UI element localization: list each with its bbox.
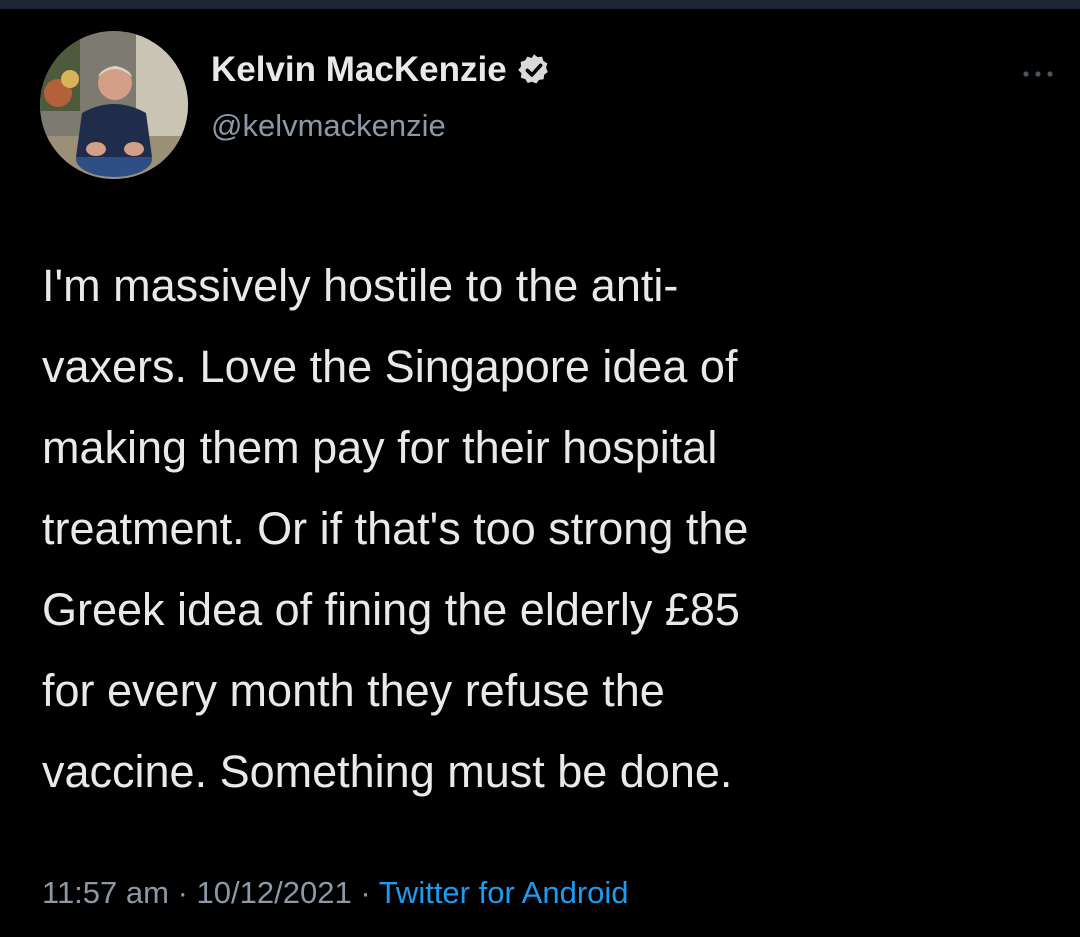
tweet-text-line: for every month they refuse the	[42, 665, 665, 716]
more-options-button[interactable]	[1016, 59, 1060, 89]
avatar[interactable]	[40, 31, 188, 179]
meta-separator: ·	[177, 875, 188, 910]
tweet-metadata: 11:57 am · 10/12/2021 · Twitter for Andr…	[42, 875, 629, 911]
verified-badge-icon	[516, 52, 552, 88]
tweet-text-line: making them pay for their hospital	[42, 422, 718, 473]
display-name[interactable]: Kelvin MacKenzie	[211, 50, 552, 90]
avatar-photo	[40, 31, 188, 179]
display-name-text: Kelvin MacKenzie	[211, 50, 507, 89]
tweet-text: I'm massively hostile to the anti- vaxer…	[42, 245, 1052, 812]
tweet-text-line: treatment. Or if that's too strong the	[42, 503, 749, 554]
user-handle[interactable]: @kelvmackenzie	[211, 108, 446, 144]
more-horizontal-icon	[1023, 71, 1053, 77]
tweet-text-line: vaxers. Love the Singapore idea of	[42, 341, 738, 392]
meta-separator: ·	[360, 875, 371, 910]
tweet-source-link[interactable]: Twitter for Android	[379, 875, 629, 910]
tweet-text-line: Greek idea of fining the elderly £85	[42, 584, 740, 635]
tweet-time[interactable]: 11:57 am	[42, 875, 169, 910]
tweet-card: Kelvin MacKenzie @kelvmackenzie I'm mass…	[0, 9, 1080, 937]
window-top-strip	[0, 0, 1080, 9]
tweet-date[interactable]: 10/12/2021	[197, 875, 352, 910]
tweet-text-line: I'm massively hostile to the anti-	[42, 260, 679, 311]
tweet-text-line: vaccine. Something must be done.	[42, 746, 733, 797]
